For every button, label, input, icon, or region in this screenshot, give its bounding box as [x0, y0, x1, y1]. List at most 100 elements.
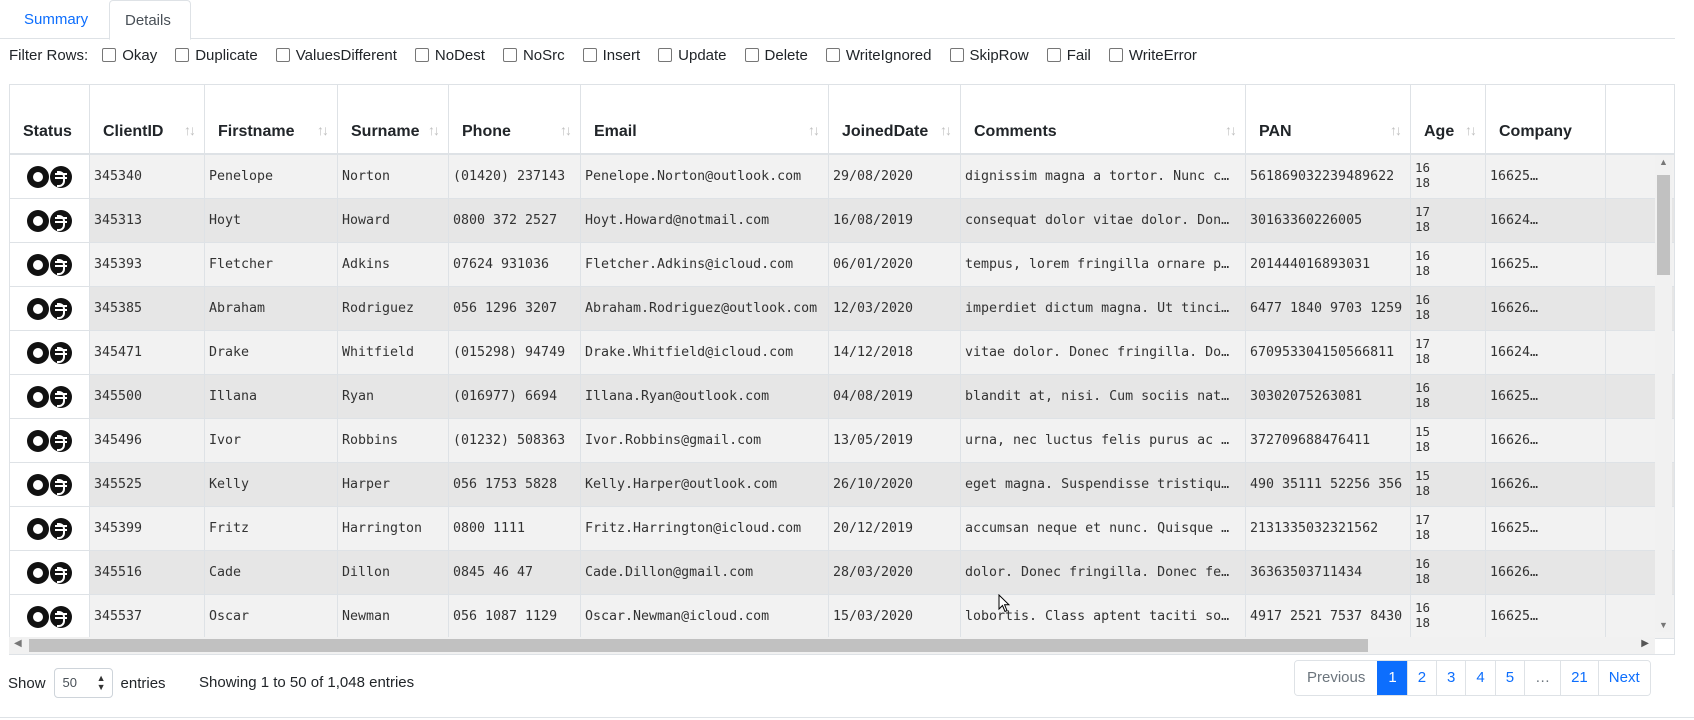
filter-checkbox[interactable] — [414, 48, 429, 62]
cell-age: 16 18 — [1411, 375, 1486, 418]
column-header-age[interactable]: Age ↑↓ — [1411, 85, 1486, 155]
filter-option-writeerror[interactable]: WriteError — [1108, 47, 1197, 64]
cell-firstname: Ivor — [205, 419, 338, 462]
page-button-5[interactable]: 5 — [1494, 661, 1525, 695]
column-header-firstname[interactable]: Firstname ↑↓ — [205, 85, 338, 155]
filter-checkbox[interactable] — [658, 48, 673, 62]
scroll-down-arrow-icon[interactable]: ▼ — [1659, 620, 1668, 630]
cell-joineddate: 26/10/2020 — [829, 463, 961, 506]
filter-option-fail[interactable]: Fail — [1046, 47, 1091, 64]
cell-email: Cade.Dillon@gmail.com — [581, 551, 829, 594]
filter-checkbox[interactable] — [825, 48, 840, 62]
sort-icon[interactable]: ↑↓ — [1225, 122, 1237, 138]
page-button-3[interactable]: 3 — [1436, 661, 1466, 695]
filter-checkbox[interactable] — [1108, 48, 1123, 62]
age-dest-value: 18 — [1415, 307, 1431, 322]
scroll-left-arrow-icon[interactable]: ◀ — [14, 638, 22, 649]
column-header-email[interactable]: Email ↑↓ — [581, 85, 829, 155]
column-header-comments[interactable]: Comments ↑↓ — [961, 85, 1246, 155]
cell-firstname: Oscar — [205, 595, 338, 638]
vertical-scrollbar[interactable]: ▲ ▼ — [1655, 155, 1672, 632]
filter-checkbox[interactable] — [582, 48, 597, 62]
table-row[interactable]: 345537 Oscar Newman 056 1087 1129 Oscar.Newm… — [10, 595, 1674, 639]
cell-surname: Norton — [338, 155, 449, 198]
table-row[interactable]: 345516 Cade Dillon 0845 46 47 Cade.Dillon@gm… — [10, 551, 1674, 595]
cell-joineddate: 13/05/2019 — [829, 419, 961, 462]
previous-page-button[interactable]: Previous — [1295, 661, 1378, 695]
filter-checkbox[interactable] — [175, 48, 190, 62]
horizontal-scrollbar[interactable]: ◀ ▶ — [9, 637, 1655, 654]
age-source-value: 16 — [1415, 292, 1431, 307]
age-dest-value: 18 — [1415, 439, 1431, 454]
filter-option-duplicate[interactable]: Duplicate — [175, 47, 258, 64]
tab-summary[interactable]: Summary — [9, 0, 103, 39]
status-cell — [10, 155, 90, 198]
filter-checkbox[interactable] — [1046, 48, 1061, 62]
table-row[interactable]: 345471 Drake Whitfield (015298) 94749 Drake.… — [10, 331, 1674, 375]
cell-phone: (01232) 508363 — [449, 419, 581, 462]
filter-option-nodest[interactable]: NoDest — [414, 47, 485, 64]
sort-icon[interactable]: ↑↓ — [184, 122, 196, 138]
filter-checkbox[interactable] — [744, 48, 759, 62]
table-row[interactable]: 345496 Ivor Robbins (01232) 508363 Ivor.Robb… — [10, 419, 1674, 463]
cell-company: 16626… — [1486, 463, 1606, 506]
filter-option-delete[interactable]: Delete — [744, 47, 808, 64]
next-page-button[interactable]: Next — [1597, 661, 1650, 695]
column-header-pan[interactable]: PAN ↑↓ — [1246, 85, 1411, 155]
filter-option-okay[interactable]: Okay — [102, 47, 157, 64]
scroll-up-arrow-icon[interactable]: ▲ — [1659, 157, 1668, 167]
page-length-select[interactable]: 50 ▲ ▼ — [53, 668, 113, 698]
cell-phone: (015298) 94749 — [449, 331, 581, 374]
sort-icon[interactable]: ↑↓ — [428, 122, 440, 138]
sort-icon[interactable]: ↑↓ — [560, 122, 572, 138]
sort-icon[interactable]: ↑↓ — [317, 122, 329, 138]
sort-icon[interactable]: ↑↓ — [1390, 122, 1402, 138]
filter-option-valuesdifferent[interactable]: ValuesDifferent — [275, 47, 397, 64]
sort-icon[interactable]: ↑↓ — [808, 122, 820, 138]
table-row[interactable]: 345385 Abraham Rodriguez 056 1296 3207 Abrah… — [10, 287, 1674, 331]
page-button-21[interactable]: 21 — [1560, 661, 1598, 695]
cell-comments: vitae dolor. Donec fringilla. Do… — [961, 331, 1246, 374]
column-header-surname[interactable]: Surname ↑↓ — [338, 85, 449, 155]
filter-option-skiprow[interactable]: SkipRow — [949, 47, 1029, 64]
cell-email: Penelope.Norton@outlook.com — [581, 155, 829, 198]
filter-checkbox[interactable] — [949, 48, 964, 62]
status-update-icon — [50, 386, 72, 408]
filter-option-writeignored[interactable]: WriteIgnored — [825, 47, 932, 64]
scroll-right-arrow-icon[interactable]: ▶ — [1641, 638, 1649, 649]
filter-checkbox[interactable] — [102, 48, 117, 62]
status-okay-icon — [27, 298, 49, 320]
vertical-scroll-thumb[interactable] — [1657, 175, 1670, 275]
filter-checkbox[interactable] — [275, 48, 290, 62]
sort-icon[interactable]: ↑↓ — [940, 122, 952, 138]
tab-details[interactable]: Details — [109, 0, 191, 40]
filter-checkbox[interactable] — [502, 48, 517, 62]
column-header-clientid[interactable]: ClientID ↑↓ — [90, 85, 205, 155]
table-length-control: Show 50 ▲ ▼ entries — [8, 666, 166, 700]
table-row[interactable]: 345399 Fritz Harrington 0800 1111 Fritz.Harr… — [10, 507, 1674, 551]
filter-option-insert[interactable]: Insert — [582, 47, 640, 64]
age-dest-value: 18 — [1415, 615, 1431, 630]
page-button-1[interactable]: 1 — [1377, 661, 1407, 695]
age-source-value: 15 — [1415, 424, 1431, 439]
cell-surname: Whitfield — [338, 331, 449, 374]
column-header-company[interactable]: Company — [1486, 85, 1606, 155]
table-row[interactable]: 345525 Kelly Harper 056 1753 5828 Kelly.Harp… — [10, 463, 1674, 507]
table-row[interactable]: 345500 Illana Ryan (016977) 6694 Illana.Ryan… — [10, 375, 1674, 419]
cell-email: Hoyt.Howard@notmail.com — [581, 199, 829, 242]
table-row[interactable]: 345393 Fletcher Adkins 07624 931036 Fletcher… — [10, 243, 1674, 287]
page-button-2[interactable]: 2 — [1406, 661, 1437, 695]
cell-joineddate: 16/08/2019 — [829, 199, 961, 242]
horizontal-scroll-thumb[interactable] — [29, 639, 1368, 652]
filter-option-update[interactable]: Update — [658, 47, 727, 64]
status-cell — [10, 199, 90, 242]
table-row[interactable]: 345313 Hoyt Howard 0800 372 2527 Hoyt.Howard… — [10, 199, 1674, 243]
column-header-phone[interactable]: Phone ↑↓ — [449, 85, 581, 155]
age-dest-value: 18 — [1415, 219, 1431, 234]
sort-icon[interactable]: ↑↓ — [1465, 122, 1477, 138]
filter-option-nosrc[interactable]: NoSrc — [502, 47, 565, 64]
page-button-4[interactable]: 4 — [1465, 661, 1495, 695]
table-row[interactable]: 345340 Penelope Norton (01420) 237143 Penelo… — [10, 155, 1674, 199]
column-header-joineddate[interactable]: JoinedDate ↑↓ — [829, 85, 961, 155]
column-header-status[interactable]: Status — [10, 85, 90, 155]
